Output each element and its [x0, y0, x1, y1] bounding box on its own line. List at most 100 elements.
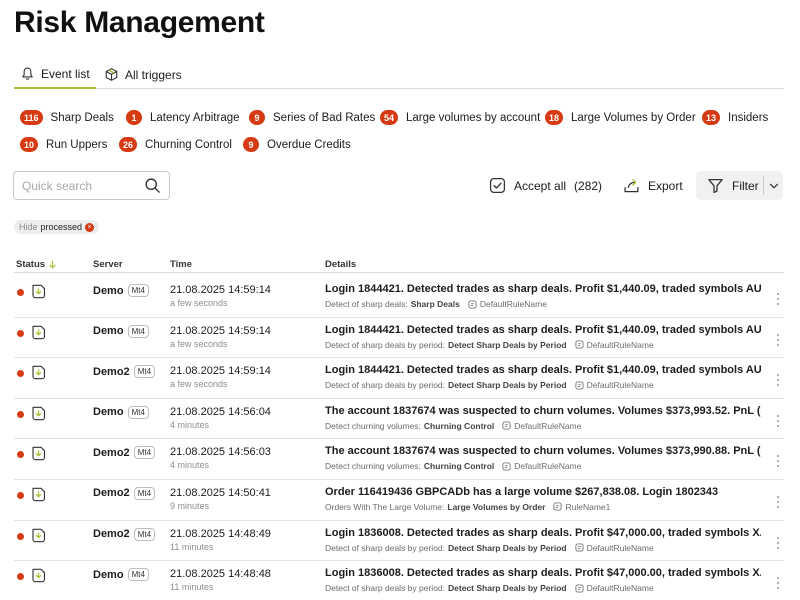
more-options-icon[interactable] — [776, 293, 780, 305]
category-badges: 116 Sharp Deals 1 Latency Arbitrage 9 Se… — [20, 110, 790, 164]
rule-type: Large Volumes by Order — [447, 501, 546, 512]
rule-type: Churning Control — [423, 461, 495, 472]
server-name: Demo — [93, 406, 124, 419]
category-run-uppers[interactable]: 10 Run Uppers — [20, 137, 107, 152]
event-time: 21.08.2025 14:59:14 — [170, 365, 271, 378]
tab-label: Event list — [41, 66, 90, 81]
status-dot — [17, 451, 24, 459]
server-name: Demo — [93, 568, 124, 581]
more-options-icon[interactable] — [776, 495, 780, 508]
event-document-icon[interactable] — [30, 405, 47, 422]
server-cell: Demo Mt4 — [93, 324, 149, 338]
more-options-icon[interactable] — [776, 414, 780, 427]
count-badge: 26 — [119, 137, 138, 152]
event-rule: Detect of sharp deals by period: Detect … — [325, 380, 761, 390]
event-document-icon[interactable] — [30, 486, 47, 503]
column-header-label: Status — [16, 259, 46, 270]
tab-event-list[interactable]: Event list — [14, 60, 96, 89]
rule-name: DefaultRuleName — [586, 339, 654, 350]
category-label: Latency Arbitrage — [150, 111, 240, 124]
column-header-label: Details — [325, 259, 357, 270]
category-label: Large volumes by account — [406, 111, 541, 124]
more-options-icon[interactable] — [776, 536, 780, 549]
server-name: Demo — [93, 325, 124, 338]
server-name: Demo2 — [93, 365, 130, 378]
event-details: The account 1837674 was suspected to chu… — [325, 404, 761, 417]
category-insiders[interactable]: 13 Insiders — [702, 110, 768, 125]
column-header-server[interactable]: Server — [93, 259, 123, 270]
event-time: 21.08.2025 14:48:48 — [170, 568, 271, 581]
bell-icon — [22, 67, 33, 80]
search-icon[interactable] — [144, 177, 161, 194]
platform-badge: Mt4 — [127, 405, 149, 419]
server-name: Demo2 — [93, 487, 130, 500]
more-options-icon[interactable] — [776, 374, 780, 387]
table-row[interactable]: Demo2 Mt4 21.08.2025 14:56:03 4 minutes … — [14, 439, 784, 480]
table-row[interactable]: Demo Mt4 21.08.2025 14:48:48 11 minutes … — [14, 561, 784, 600]
category-latency-arbitrage[interactable]: 1 Latency Arbitrage — [126, 110, 240, 125]
server-cell: Demo Mt4 — [93, 284, 149, 297]
table-row[interactable]: Demo Mt4 21.08.2025 14:59:14 a few secon… — [14, 318, 784, 359]
server-cell: Demo2 Mt4 — [93, 527, 156, 541]
table-row[interactable]: Demo2 Mt4 21.08.2025 14:50:41 9 minutes … — [14, 480, 784, 521]
funnel-icon — [708, 179, 723, 194]
event-document-icon[interactable] — [30, 567, 47, 584]
event-time: 21.08.2025 14:56:03 — [170, 446, 271, 459]
category-label: Sharp Deals — [50, 111, 114, 124]
category-large-volumes-by-order[interactable]: 18 Large Volumes by Order — [545, 110, 696, 125]
category-sharp-deals[interactable]: 116 Sharp Deals — [20, 110, 114, 125]
event-rule: Orders With The Large Volume: Large Volu… — [325, 502, 761, 512]
accept-all-label: Accept all — [514, 178, 567, 193]
event-document-icon[interactable] — [30, 324, 47, 341]
rule-type: Detect Sharp Deals by Period — [448, 380, 567, 391]
more-options-icon[interactable] — [776, 455, 780, 468]
category-series-of-bad-rates[interactable]: 9 Series of Bad Rates — [249, 110, 375, 125]
filter-button[interactable]: Filter — [696, 171, 763, 200]
rule-icon — [575, 543, 584, 552]
column-header-details[interactable]: Details — [325, 259, 356, 270]
server-cell: Demo2 Mt4 — [93, 486, 156, 500]
event-document-icon[interactable] — [30, 527, 47, 544]
rule-icon — [502, 421, 511, 430]
status-dot — [17, 370, 24, 378]
rule-icon — [575, 381, 584, 390]
event-rule: Detect of sharp deals by period: Detect … — [325, 340, 761, 350]
status-dot — [17, 289, 24, 296]
event-document-icon[interactable] — [30, 445, 47, 462]
event-time: 21.08.2025 14:48:49 — [170, 527, 271, 540]
rule-name: DefaultRuleName — [514, 420, 582, 431]
event-time: 21.08.2025 14:50:41 — [170, 486, 271, 499]
rule-icon — [502, 462, 511, 471]
rule-icon — [553, 502, 563, 512]
table-row[interactable]: Demo Mt4 21.08.2025 14:59:14 a few secon… — [14, 277, 784, 318]
event-time: 21.08.2025 14:59:14 — [170, 324, 271, 337]
rule-name: DefaultRuleName — [586, 583, 654, 594]
event-rule: Detect of sharp deals by period: Detect … — [325, 583, 761, 593]
category-large-volumes-by-account[interactable]: 54 Large volumes by account — [380, 110, 540, 125]
event-document-icon[interactable] — [30, 283, 47, 300]
platform-badge: Mt4 — [133, 365, 156, 379]
category-label: Churning Control — [145, 138, 232, 151]
column-header-status[interactable]: Status — [16, 259, 57, 270]
accept-all-button[interactable]: Accept all (282) — [489, 171, 602, 200]
close-icon[interactable]: × — [85, 222, 95, 232]
column-header-time[interactable]: Time — [170, 259, 192, 270]
more-options-icon[interactable] — [776, 333, 780, 346]
filter-dropdown-toggle[interactable] — [764, 171, 783, 200]
table-row[interactable]: Demo2 Mt4 21.08.2025 14:59:14 a few seco… — [14, 358, 784, 399]
status-dot — [17, 532, 24, 540]
export-button[interactable]: Export — [623, 171, 683, 200]
rule-icon — [575, 584, 584, 593]
category-churning-control[interactable]: 26 Churning Control — [119, 137, 232, 152]
tab-all-triggers[interactable]: All triggers — [98, 60, 188, 89]
search-input[interactable] — [22, 178, 144, 193]
event-document-icon[interactable] — [30, 364, 47, 381]
tab-bar: Event list All triggers — [14, 60, 784, 89]
table-row[interactable]: Demo Mt4 21.08.2025 14:56:04 4 minutes T… — [14, 399, 784, 440]
rule-name: DefaultRuleName — [514, 461, 582, 472]
event-time-ago: 11 minutes — [170, 541, 214, 552]
table-row[interactable]: Demo2 Mt4 21.08.2025 14:48:49 11 minutes… — [14, 521, 784, 562]
category-overdue-credits[interactable]: 9 Overdue Credits — [243, 137, 351, 152]
platform-badge: Mt4 — [127, 568, 149, 582]
more-options-icon[interactable] — [776, 577, 780, 590]
